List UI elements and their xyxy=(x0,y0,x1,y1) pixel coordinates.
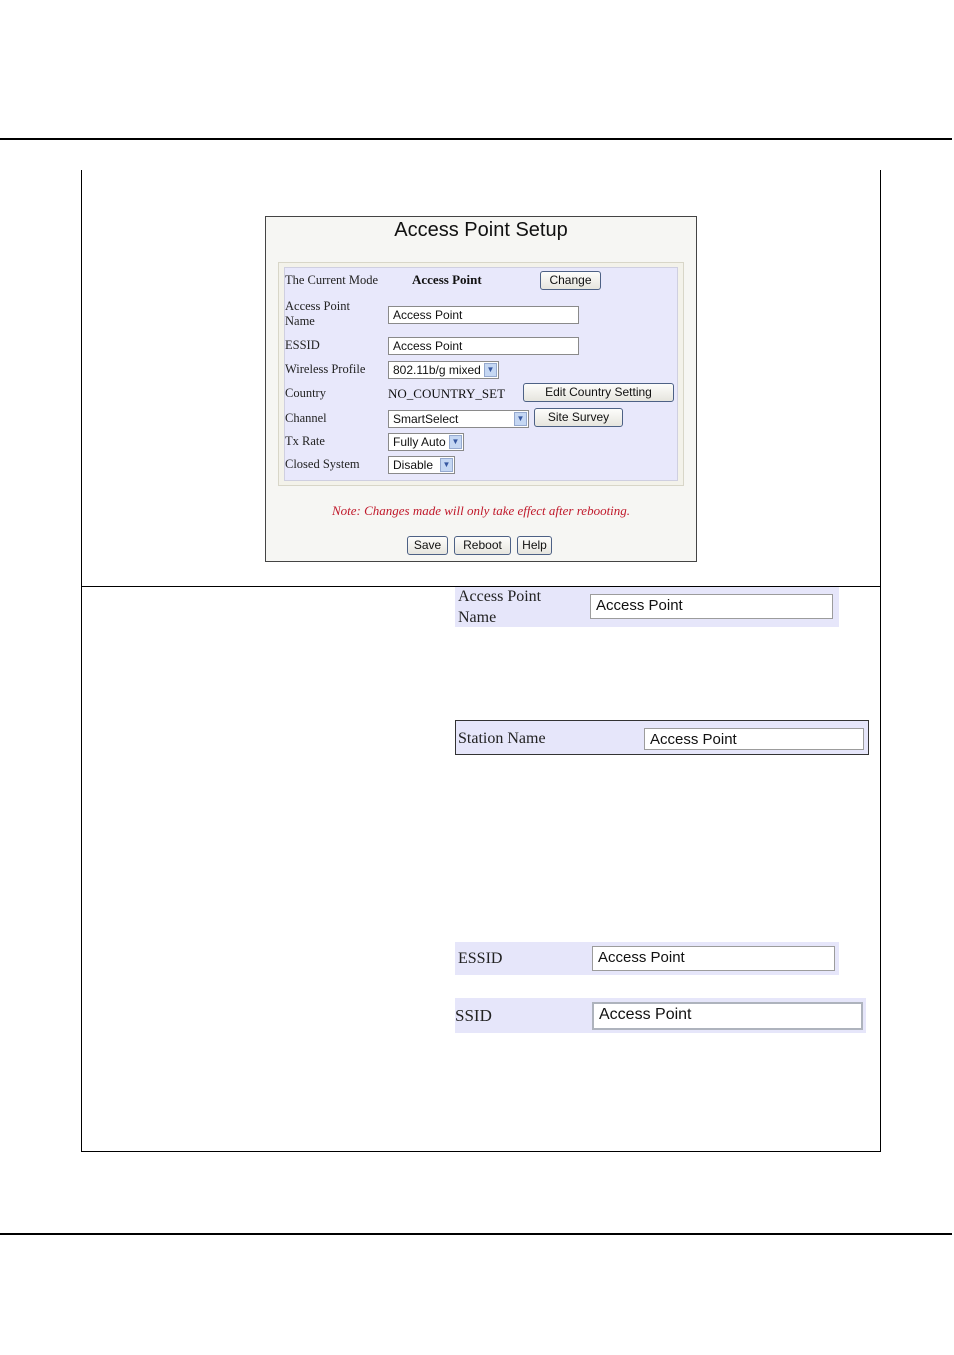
save-button[interactable]: Save xyxy=(407,536,448,555)
chevron-down-icon[interactable]: ▼ xyxy=(440,458,453,472)
reboot-button[interactable]: Reboot xyxy=(454,536,511,555)
ssid-crop: SSID Access Point xyxy=(455,998,866,1033)
country-value: NO_COUNTRY_SET xyxy=(388,386,506,401)
channel-label: Channel xyxy=(285,411,327,425)
essid-crop-input[interactable]: Access Point xyxy=(592,946,835,971)
ap-name-crop-label: Access Point Name xyxy=(458,588,542,626)
ap-name-crop: Access Point Name Access Point xyxy=(455,587,839,627)
access-point-setup-screenshot: Access Point Setup The Current Mode Acce… xyxy=(265,216,697,562)
footer-rule xyxy=(0,1233,952,1235)
edit-country-setting-button[interactable]: Edit Country Setting xyxy=(523,383,674,402)
station-name-crop-label: Station Name xyxy=(458,730,546,747)
essid-crop: ESSID Access Point xyxy=(455,942,839,975)
current-mode-label: The Current Mode xyxy=(285,273,379,287)
ap-name-input[interactable]: Access Point xyxy=(388,306,579,324)
reboot-note: Note: Changes made will only take effect… xyxy=(331,503,631,518)
closed-system-select[interactable]: Disable ▼ xyxy=(388,456,455,474)
chevron-down-icon[interactable]: ▼ xyxy=(484,363,497,377)
chevron-down-icon[interactable]: ▼ xyxy=(514,412,527,426)
current-mode-value: Access Point xyxy=(412,272,482,287)
ap-name-crop-input[interactable]: Access Point xyxy=(590,594,833,619)
page-title: Access Point Setup xyxy=(394,219,568,241)
essid-input[interactable]: Access Point xyxy=(388,337,579,355)
site-survey-button[interactable]: Site Survey xyxy=(534,408,623,427)
wireless-profile-select[interactable]: 802.11b/g mixed ▼ xyxy=(388,361,499,379)
tx-rate-select[interactable]: Fully Auto ▼ xyxy=(388,433,464,451)
change-button[interactable]: Change xyxy=(540,271,601,290)
channel-select[interactable]: SmartSelect ▼ xyxy=(388,410,529,428)
essid-label: ESSID xyxy=(285,338,320,352)
header-rule xyxy=(0,138,952,140)
station-name-crop: Station Name Access Point xyxy=(455,720,869,755)
chevron-down-icon[interactable]: ▼ xyxy=(449,435,462,449)
help-button[interactable]: Help xyxy=(517,536,552,555)
country-label: Country xyxy=(285,386,326,400)
ap-name-label: Access Point Name xyxy=(285,299,350,328)
tx-rate-label: Tx Rate xyxy=(285,434,325,448)
closed-system-label: Closed System xyxy=(285,457,360,471)
ssid-crop-input[interactable]: Access Point xyxy=(592,1002,863,1030)
essid-crop-label: ESSID xyxy=(458,950,503,967)
ssid-crop-label: SSID xyxy=(455,1006,492,1025)
station-name-crop-input[interactable]: Access Point xyxy=(644,728,864,750)
wireless-profile-label: Wireless Profile xyxy=(285,362,366,376)
